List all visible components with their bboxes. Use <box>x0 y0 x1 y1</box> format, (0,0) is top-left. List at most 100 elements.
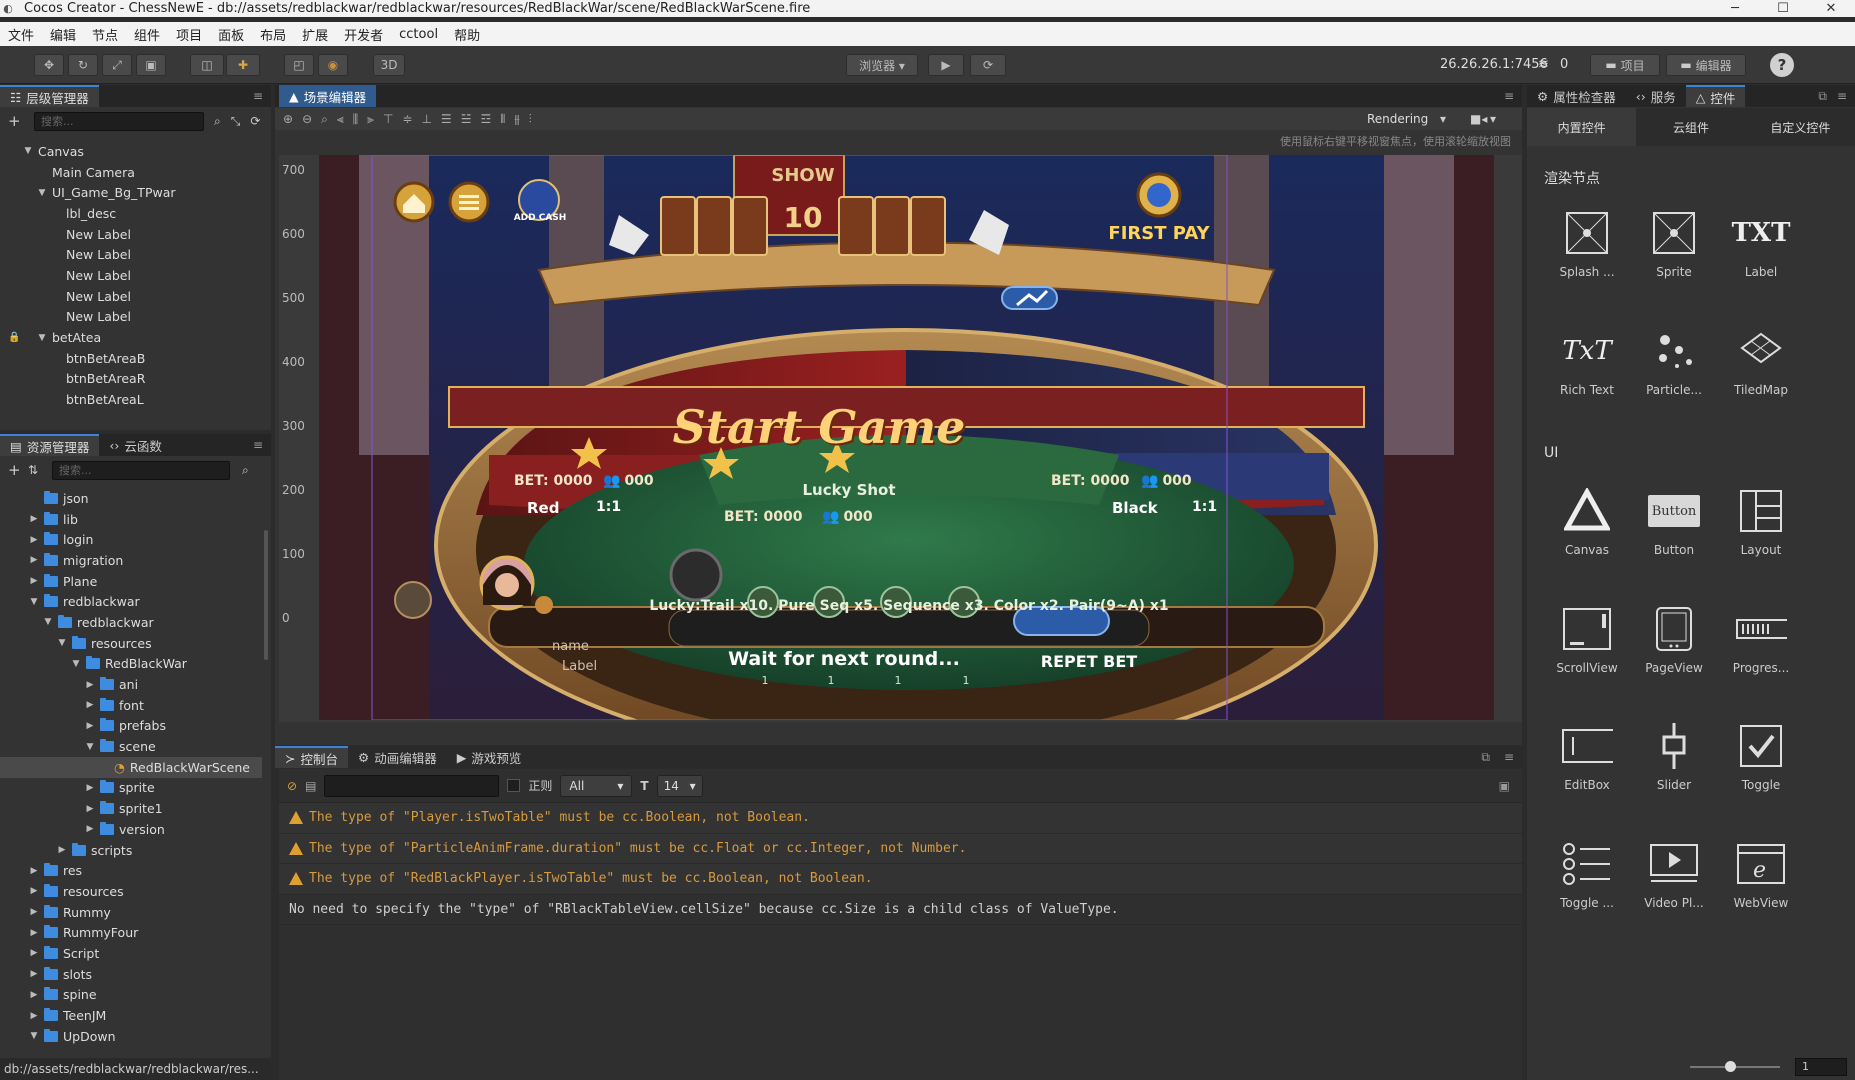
panel-menu-icon[interactable]: ≡ <box>1504 89 1514 103</box>
repeat-bet-button[interactable]: REPET BET <box>1014 652 1164 671</box>
hierarchy-node[interactable]: New Label <box>0 286 265 307</box>
control-toggle[interactable]: Toggle <box>1719 720 1803 792</box>
distribute-middle-icon[interactable]: ☱ <box>461 112 472 126</box>
pivot-toggle-icon[interactable]: ◫ <box>190 54 224 76</box>
console-log-row[interactable]: The type of "Player.isTwoTable" must be … <box>279 803 1522 834</box>
asset-item[interactable]: ▶ sprite <box>0 778 262 799</box>
expand-arrow-icon[interactable]: ▶ <box>28 1011 40 1021</box>
asset-item[interactable]: ◔ RedBlackWarScene <box>0 756 262 778</box>
first-pay-button[interactable]: FIRST PAY <box>1099 223 1219 244</box>
zoom-in-icon[interactable]: ⊕ <box>283 112 293 126</box>
chevron-down-icon[interactable]: ▾ <box>1490 112 1496 126</box>
control-editbox[interactable]: EditBox <box>1545 720 1629 792</box>
expand-arrow-icon[interactable]: ▶ <box>84 824 96 834</box>
expand-arrow-icon[interactable]: ▼ <box>84 742 96 752</box>
asset-item[interactable]: ▶ Rummy <box>0 902 262 923</box>
control-sprite[interactable]: Sprite <box>1632 207 1716 279</box>
refresh-icon[interactable]: ⟳ <box>250 114 260 128</box>
expand-arrow-icon[interactable]: ▼ <box>28 597 40 607</box>
expand-arrow-icon[interactable]: ▶ <box>28 576 40 586</box>
locate-icon[interactable]: ⤡ <box>231 114 241 129</box>
control-button[interactable]: Button Button <box>1632 485 1716 557</box>
control-label[interactable]: TXT Label <box>1719 207 1803 279</box>
hierarchy-node[interactable]: btnBetAreaR <box>0 369 265 390</box>
expand-arrow-icon[interactable]: ▶ <box>84 804 96 814</box>
expand-arrow-icon[interactable]: ▶ <box>28 969 40 979</box>
distribute-center-icon[interactable]: ⫵ <box>514 112 520 127</box>
snap-icon[interactable]: ◰ <box>284 54 314 76</box>
hierarchy-node[interactable]: New Label <box>0 307 265 328</box>
panel-menu-icon[interactable]: ≡ <box>253 89 263 103</box>
asset-item[interactable]: ▶ ani <box>0 674 262 695</box>
expand-arrow-icon[interactable]: ▶ <box>28 535 40 545</box>
control-webview[interactable]: e WebView <box>1719 838 1803 910</box>
tab-services[interactable]: ‹› 服务 <box>1626 85 1686 107</box>
search-icon[interactable]: ⌕ <box>242 463 249 478</box>
scene-viewport[interactable]: 7006005004003002001000 -1000100200300400… <box>279 155 1522 723</box>
scale-tool-icon[interactable]: ⤢ <box>102 54 132 76</box>
chip-4[interactable]: 1 <box>956 674 976 687</box>
zoom-slider-handle[interactable] <box>1725 1061 1736 1072</box>
subtab-builtin[interactable]: 内置控件 <box>1527 108 1637 146</box>
asset-item[interactable]: json <box>0 488 262 509</box>
search-icon[interactable]: ⌕ <box>214 114 221 129</box>
subtab-custom[interactable]: 自定义控件 <box>1746 108 1855 146</box>
expand-arrow-icon[interactable]: ▼ <box>36 188 48 198</box>
play-icon[interactable]: ▶ <box>928 54 964 76</box>
asset-item[interactable]: ▶ res <box>0 860 262 881</box>
expand-arrow-icon[interactable]: ▶ <box>56 845 68 855</box>
panel-menu-icon[interactable]: ≡ <box>1504 750 1514 764</box>
add-node-icon[interactable]: + <box>8 112 26 130</box>
asset-item[interactable]: ▶ migration <box>0 550 262 571</box>
control-toggle[interactable]: Toggle ... <box>1545 838 1629 910</box>
expand-arrow-icon[interactable]: ▶ <box>28 948 40 958</box>
control-canvas[interactable]: Canvas <box>1545 485 1629 557</box>
align-vcenter-icon[interactable]: ≑ <box>402 112 412 126</box>
clear-icon[interactable]: ⊘ <box>287 779 297 793</box>
open-log-icon[interactable]: ▤ <box>305 779 316 793</box>
asset-item[interactable]: ▶ prefabs <box>0 716 262 737</box>
expand-arrow-icon[interactable]: ▶ <box>28 866 40 876</box>
collapse-icon[interactable]: ▣ <box>1499 779 1510 793</box>
hierarchy-node[interactable]: ▼ Canvas <box>0 141 265 162</box>
rect-tool-icon[interactable]: ▣ <box>136 54 166 76</box>
tab-game-preview[interactable]: ▶ 游戏预览 <box>447 746 532 768</box>
console-log-row[interactable]: The type of "RedBlackPlayer.isTwoTable" … <box>279 864 1522 895</box>
lock-icon[interactable]: 🔒 <box>8 332 20 343</box>
menu-edit[interactable]: 编辑 <box>42 25 84 44</box>
add-asset-icon[interactable]: + <box>8 461 24 479</box>
tab-assets[interactable]: ▤ 资源管理器 <box>0 434 100 456</box>
expand-arrow-icon[interactable]: ▼ <box>28 1031 40 1041</box>
mode-3d-button[interactable]: 3D <box>373 54 405 76</box>
gizmo-icon[interactable]: ◉ <box>318 54 348 76</box>
hierarchy-node[interactable]: New Label <box>0 244 265 265</box>
menu-node[interactable]: 节点 <box>84 25 126 44</box>
sort-icon[interactable]: ⇅ <box>28 463 44 477</box>
control-pageview[interactable]: PageView <box>1632 603 1716 675</box>
control-scrollview[interactable]: ScrollView <box>1545 603 1629 675</box>
asset-item[interactable]: ▶ font <box>0 695 262 716</box>
hierarchy-node[interactable]: lbl_desc <box>0 203 265 224</box>
asset-item[interactable]: ▼ UpDown <box>0 1026 262 1046</box>
control-rich-text[interactable]: TxT Rich Text <box>1545 325 1629 397</box>
panel-menu-icon[interactable]: ≡ <box>1837 89 1847 103</box>
asset-item[interactable]: ▼ RedBlackWar <box>0 654 262 675</box>
log-level-select[interactable]: All ▾ <box>560 774 633 797</box>
asset-item[interactable]: ▶ lib <box>0 509 262 530</box>
tab-inspector[interactable]: ⚙ 属性检查器 <box>1527 85 1626 107</box>
asset-item[interactable]: ▶ scripts <box>0 840 262 861</box>
hierarchy-node[interactable]: ▼ UI_Game_Bg_TPwar <box>0 182 265 203</box>
move-tool-icon[interactable]: ✥ <box>34 54 64 76</box>
expand-arrow-icon[interactable]: ▶ <box>28 990 40 1000</box>
distribute-left-icon[interactable]: ⫴ <box>500 112 505 127</box>
zoom-out-icon[interactable]: ⊖ <box>302 112 312 126</box>
menu-panel[interactable]: 面板 <box>210 25 252 44</box>
asset-item[interactable]: ▶ login <box>0 529 262 550</box>
asset-item[interactable]: ▶ Plane <box>0 571 262 592</box>
open-project-button[interactable]: ▬ 项目 <box>1590 54 1660 76</box>
menu-layout[interactable]: 布局 <box>252 25 294 44</box>
control-particle[interactable]: Particle... <box>1632 325 1716 397</box>
expand-arrow-icon[interactable]: ▶ <box>28 886 40 896</box>
expand-arrow-icon[interactable]: ▼ <box>42 617 54 627</box>
local-global-icon[interactable]: ✚ <box>226 54 260 76</box>
